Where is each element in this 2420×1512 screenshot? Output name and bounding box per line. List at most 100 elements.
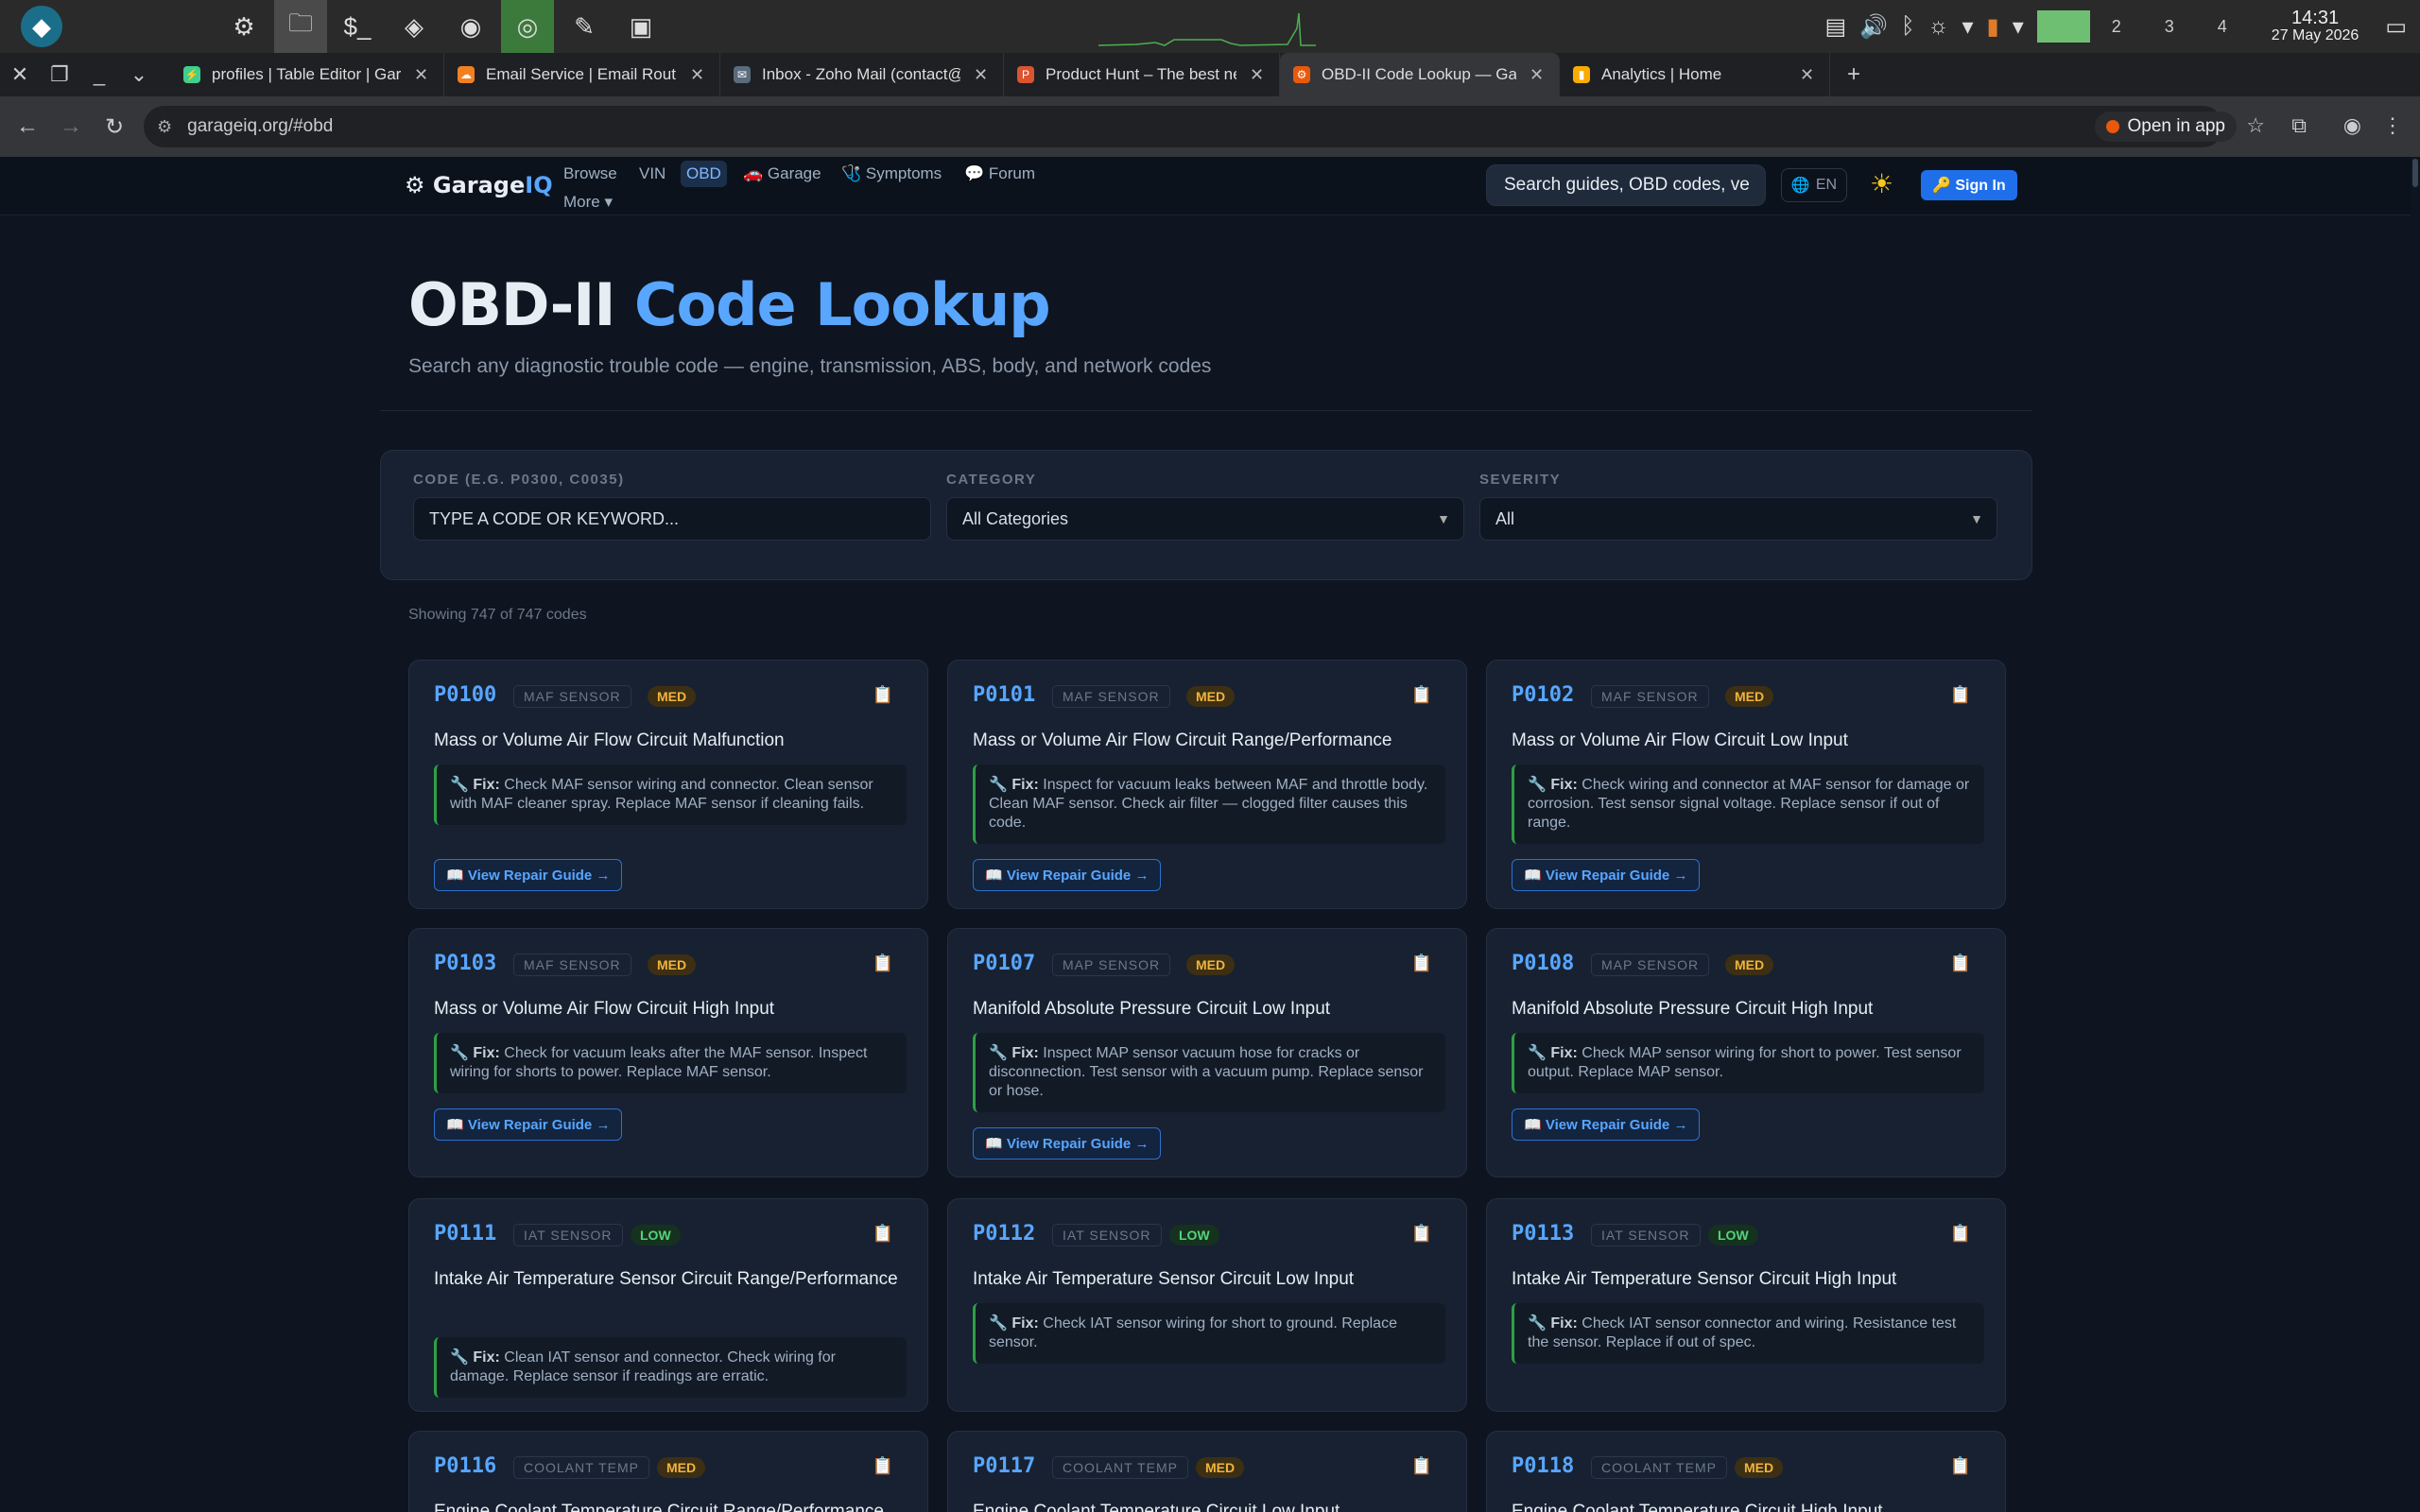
tab-close-icon[interactable]: ✕ [1250,65,1264,85]
taskbar-apps: ⚙ 🗀 $_ ◈ ◉ ◎ ✎ ▣ [217,0,667,53]
nav-link-vin[interactable]: VIN [633,161,671,187]
browser-tab[interactable]: ⚙ OBD-II Code Lookup — Gar ✕ [1280,53,1560,96]
settings-icon[interactable]: ⚙ [217,0,270,53]
browser-tab[interactable]: ☁ Email Service | Email Routi ✕ [444,53,720,96]
sign-in-button[interactable]: 🔑 Sign In [1921,170,2017,200]
code-id[interactable]: P0100 [434,683,496,707]
wrench-icon: 🔧 [989,777,1012,793]
copy-icon[interactable]: 📋 [873,954,893,973]
code-id[interactable]: P0101 [973,683,1035,707]
copy-icon[interactable]: 📋 [1950,954,1971,973]
nav-link-symptoms[interactable]: 🩺 Symptoms [836,161,947,187]
copy-icon[interactable]: 📋 [873,1456,893,1476]
copy-icon[interactable]: 📋 [1411,954,1432,973]
browser-tab[interactable]: ✉ Inbox - Zoho Mail (contact@ ✕ [720,53,1004,96]
tray-menu-icon[interactable]: ▾ [2013,13,2024,41]
view-repair-guide-button[interactable]: 📖 View Repair Guide → [1512,1108,1701,1141]
page-scrollbar[interactable] [2411,157,2420,1512]
launcher-icon[interactable]: ◆ [21,6,62,47]
category-badge: MAP SENSOR [1052,954,1171,976]
code-id[interactable]: P0108 [1512,952,1574,975]
tab-search-icon[interactable]: ⌄ [119,62,159,87]
copy-icon[interactable]: 📋 [1950,1224,1971,1244]
code-search-input[interactable]: Type a code or keyword... [413,497,931,541]
site-info-icon[interactable]: ⚙ [157,117,172,137]
restore-window-icon[interactable]: ❐ [40,62,79,87]
vscode-icon[interactable]: ◈ [388,0,441,53]
code-id[interactable]: P0112 [973,1222,1035,1246]
site-search-input[interactable]: Search guides, OBD codes, ve [1486,164,1766,206]
copy-icon[interactable]: 📋 [873,685,893,705]
browser-menu-icon[interactable]: ⋮ [2382,113,2403,138]
nav-link-forum[interactable]: 💬 Forum [959,161,1041,187]
theme-toggle-sun-icon[interactable]: ☀ [1870,168,1893,199]
copy-icon[interactable]: 📋 [1411,1456,1432,1476]
tab-close-icon[interactable]: ✕ [1800,65,1814,85]
profile-icon[interactable]: ◉ [2343,113,2361,138]
notifications-icon[interactable]: ▭ [2385,13,2407,41]
reload-icon[interactable]: ↻ [93,113,136,141]
copy-icon[interactable]: 📋 [873,1224,893,1244]
code-id[interactable]: P0107 [973,952,1035,975]
battery-icon[interactable]: ▮ [1987,13,1999,41]
tab-close-icon[interactable]: ✕ [690,65,704,85]
code-id[interactable]: P0103 [434,952,496,975]
copy-icon[interactable]: 📋 [1411,685,1432,705]
code-id[interactable]: P0117 [973,1454,1035,1478]
nav-link-browse[interactable]: Browse [558,161,623,187]
clock[interactable]: 14:31 27 May 2026 [2272,9,2360,44]
language-selector[interactable]: 🌐 EN [1781,168,1847,202]
view-repair-guide-button[interactable]: 📖 View Repair Guide → [434,859,623,891]
tab-close-icon[interactable]: ✕ [974,65,988,85]
volume-icon[interactable]: 🔊 [1859,13,1888,41]
nav-link-more[interactable]: More ▾ [558,189,618,215]
bluetooth-icon[interactable]: ᛒ [1901,13,1914,40]
open-in-app-button[interactable]: Open in app [2095,112,2237,142]
view-repair-guide-button[interactable]: 📖 View Repair Guide → [973,1127,1162,1160]
view-repair-guide-button[interactable]: 📖 View Repair Guide → [434,1108,623,1141]
browser-tab[interactable]: ▮ Analytics | Home ✕ [1560,53,1830,96]
forward-icon[interactable]: → [49,113,93,140]
chrome-icon[interactable]: ◎ [501,0,554,53]
editor-icon[interactable]: ✎ [558,0,611,53]
code-id[interactable]: P0113 [1512,1222,1574,1246]
workspace-1[interactable] [2036,10,2090,43]
terminal-icon[interactable]: $_ [331,0,384,53]
view-repair-guide-button[interactable]: 📖 View Repair Guide → [1512,859,1701,891]
code-id[interactable]: P0118 [1512,1454,1574,1478]
copy-icon[interactable]: 📋 [1950,685,1971,705]
code-id[interactable]: P0116 [434,1454,496,1478]
copy-icon[interactable]: 📋 [1950,1456,1971,1476]
site-logo[interactable]: ⚙ GarageIQ [405,172,553,198]
nav-link-garage[interactable]: 🚗 Garage [737,161,827,187]
copy-icon[interactable]: 📋 [1411,1224,1432,1244]
firefox-icon[interactable]: ◉ [444,0,497,53]
files-icon[interactable]: 🗀 [274,0,327,53]
workspace-3[interactable]: 3 [2143,10,2196,43]
screen-icon[interactable]: ▣ [614,0,667,53]
clipboard-icon[interactable]: ▤ [1825,13,1847,41]
workspace-4[interactable]: 4 [2196,10,2249,43]
workspace-2[interactable]: 2 [2090,10,2143,43]
back-icon[interactable]: ← [6,113,49,140]
code-id[interactable]: P0102 [1512,683,1574,707]
extensions-icon[interactable]: ⧉ [2291,113,2307,138]
minimize-window-icon[interactable]: _ [79,62,119,87]
tab-close-icon[interactable]: ✕ [414,65,428,85]
bookmark-star-icon[interactable]: ☆ [2246,113,2265,138]
code-id[interactable]: P0111 [434,1222,496,1246]
new-tab-icon[interactable]: + [1847,61,1860,88]
url-text[interactable]: garageiq.org/#obd [187,116,333,137]
view-repair-guide-button[interactable]: 📖 View Repair Guide → [973,859,1162,891]
browser-tab[interactable]: P Product Hunt – The best ne ✕ [1004,53,1280,96]
wifi-icon[interactable]: ▾ [1962,13,1973,41]
severity-select[interactable]: All ▼ [1479,497,1997,541]
scrollbar-thumb[interactable] [2412,159,2418,187]
browser-tab[interactable]: ⚡ profiles | Table Editor | Gar ✕ [170,53,444,96]
category-select[interactable]: All Categories ▼ [946,497,1464,541]
tab-close-icon[interactable]: ✕ [1530,65,1544,85]
brightness-icon[interactable]: ☼ [1927,13,1948,40]
address-bar[interactable]: ⚙ garageiq.org/#obd [144,106,2223,147]
close-window-icon[interactable]: ✕ [0,62,40,87]
nav-link-obd[interactable]: OBD [681,161,727,187]
